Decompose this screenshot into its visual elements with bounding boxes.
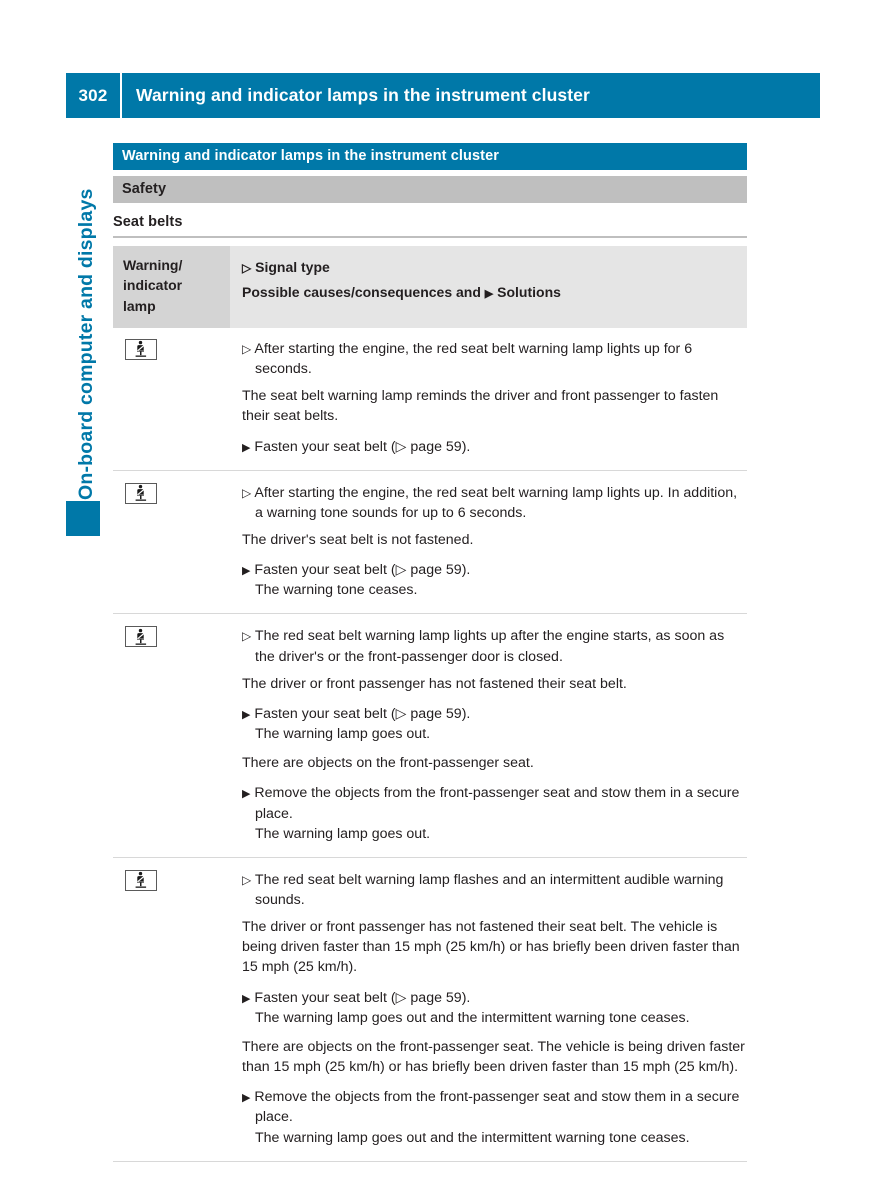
signal-type-text: ▷ After starting the engine, the red sea…: [242, 340, 693, 378]
table-bottom-rule: [113, 1160, 747, 1162]
solution-step: ▶ Fasten your seat belt (▷ page 59).: [242, 989, 471, 1006]
table-header-body-column: ▷ Signal type Possible causes/consequenc…: [230, 246, 747, 328]
table-header-row: Warning/ indicator lamp ▷ Signal type Po…: [113, 246, 747, 328]
solution-step: ▶ Fasten your seat belt (▷ page 59).: [242, 705, 471, 722]
seat-belt-warning-lamp-icon: [125, 482, 157, 504]
cause-text: The seat belt warning lamp reminds the d…: [242, 388, 719, 425]
table-row: ▷ The red seat belt warning lamp flashes…: [113, 856, 747, 1162]
table-row-body-cell: ▷ The red seat belt warning lamp lights …: [230, 613, 747, 858]
signal-marker-icon: ▷: [242, 629, 252, 644]
subsection-title-bar: Safety: [113, 176, 747, 203]
step-marker-icon: ▶: [242, 1092, 251, 1105]
solution-result: The warning lamp goes out and the interm…: [255, 1129, 690, 1146]
table-bottom-rule-cell: [113, 1160, 747, 1162]
table-header-causes-line: Possible causes/consequences and ▶ Solut…: [242, 280, 737, 305]
table-header-icon-line3: lamp: [123, 297, 156, 314]
table-header-causes-prefix: Possible causes/consequences and: [242, 283, 481, 300]
table-header-icon-column: Warning/ indicator lamp: [113, 246, 230, 328]
page-title: Warning and indicator lamps in the instr…: [136, 85, 590, 105]
solution-result: The warning tone ceases.: [255, 582, 418, 599]
table-header-signal-type: Signal type: [255, 259, 330, 275]
seat-belt-warning-lamp-icon: [125, 626, 157, 648]
step-marker-icon: ▶: [484, 287, 494, 300]
table-row: ▷ After starting the engine, the red sea…: [113, 469, 747, 614]
table-row-icon-cell: [113, 328, 230, 470]
chapter-tab-marker: [66, 501, 100, 536]
cause-text: The driver or front passenger has not fa…: [242, 675, 627, 692]
signal-type-text: ▷ The red seat belt warning lamp lights …: [242, 628, 725, 665]
group-title: Seat belts: [113, 214, 747, 238]
table-header-icon-line2: indicator: [123, 277, 183, 294]
page-header-bar: 302 Warning and indicator lamps in the i…: [66, 73, 820, 118]
main-content: Warning and indicator lamps in the instr…: [113, 143, 747, 1162]
signal-marker-icon: ▷: [242, 485, 252, 500]
solution-step: ▶ Remove the objects from the front-pass…: [242, 1089, 740, 1126]
solution-result: The warning lamp goes out.: [255, 825, 431, 842]
table-row-icon-cell: [113, 469, 230, 614]
signal-marker-icon: ▷: [242, 261, 252, 275]
solution-step: ▶ Fasten your seat belt (▷ page 59).: [242, 562, 471, 579]
cause-text: The driver or front passenger has not fa…: [242, 919, 740, 976]
signal-marker-icon: ▷: [242, 872, 252, 887]
table-header-icon-line1: Warning/: [123, 257, 183, 273]
page-number: 302: [78, 85, 108, 105]
step-marker-icon: ▶: [242, 565, 251, 578]
warning-lamps-table: Warning/ indicator lamp ▷ Signal type Po…: [113, 246, 747, 1162]
cause-text: The driver's seat belt is not fastened.: [242, 531, 474, 548]
solution-step: ▶ Fasten your seat belt (▷ page 59).: [242, 438, 471, 455]
table-row: ▷ The red seat belt warning lamp lights …: [113, 613, 747, 858]
solution-result: The warning lamp goes out.: [255, 726, 431, 743]
table-header-signal-line: ▷ Signal type: [242, 255, 737, 280]
table-row-body-cell: ▷ The red seat belt warning lamp flashes…: [230, 856, 747, 1162]
signal-type-text: ▷ The red seat belt warning lamp flashes…: [242, 871, 724, 909]
table-row-icon-cell: [113, 613, 230, 858]
solution-result: The warning lamp goes out and the interm…: [255, 1009, 690, 1026]
step-marker-icon: ▶: [242, 708, 251, 721]
seat-belt-warning-lamp-icon: [125, 869, 157, 891]
step-marker-icon: ▶: [242, 992, 251, 1005]
table-row: ▷ After starting the engine, the red sea…: [113, 328, 747, 470]
section-title-bar: Warning and indicator lamps in the instr…: [113, 143, 747, 170]
table-row-icon-cell: [113, 856, 230, 1162]
seat-belt-warning-lamp-icon: [125, 338, 157, 360]
cause-text: There are objects on the front-passenger…: [242, 755, 534, 772]
chapter-label-text: On-board computer and displays: [75, 188, 97, 500]
table-header-solutions: Solutions: [497, 283, 561, 300]
step-marker-icon: ▶: [242, 441, 251, 454]
table-row-body-cell: ▷ After starting the engine, the red sea…: [230, 469, 747, 614]
cause-text: There are objects on the front-passenger…: [242, 1038, 745, 1076]
chapter-side-label: On-board computer and displays: [72, 150, 106, 500]
solution-step: ▶ Remove the objects from the front-pass…: [242, 785, 740, 822]
signal-marker-icon: ▷: [242, 341, 252, 356]
signal-type-text: ▷ After starting the engine, the red sea…: [242, 484, 738, 521]
table-row-body-cell: ▷ After starting the engine, the red sea…: [230, 328, 747, 470]
step-marker-icon: ▶: [242, 788, 251, 801]
